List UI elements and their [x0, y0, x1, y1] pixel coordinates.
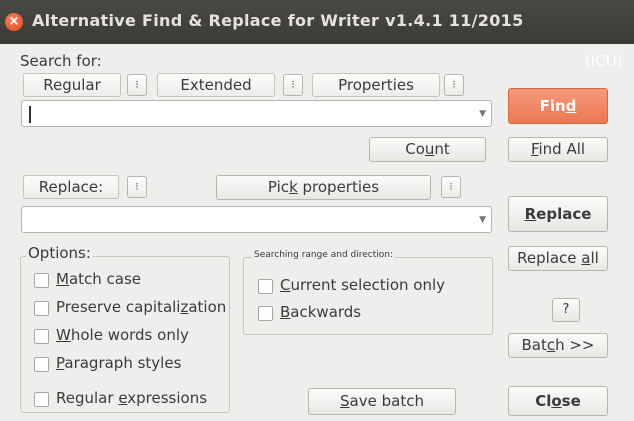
replace-mode-label[interactable]: Replace: — [23, 175, 119, 199]
find-button[interactable]: Find — [508, 88, 608, 124]
replace-spin-button[interactable]: ⁝ — [127, 176, 147, 198]
search-range-group — [243, 257, 493, 335]
help-button[interactable]: ? — [552, 298, 580, 322]
icu-label: (ICU) — [585, 52, 623, 70]
search-mode-properties[interactable]: Properties — [312, 73, 440, 97]
properties-spin-button[interactable]: ⁝ — [444, 74, 464, 96]
regular-expressions-label: Regular expressions — [56, 389, 208, 407]
batch-button[interactable]: Batch >> — [508, 333, 608, 358]
regular-expressions-checkbox[interactable] — [34, 392, 49, 407]
search-mode-extended[interactable]: Extended — [157, 73, 275, 97]
search-range-title: Searching range and direction: — [252, 250, 395, 260]
options-title: Options: — [26, 244, 93, 262]
close-window-icon[interactable]: × — [5, 13, 23, 31]
text-cursor — [29, 106, 31, 123]
whole-words-checkbox[interactable] — [34, 329, 49, 344]
pick-properties-button[interactable]: Pick properties — [216, 175, 431, 200]
close-button[interactable]: Close — [508, 386, 608, 416]
pick-properties-spin-button[interactable]: ⁝ — [441, 176, 461, 198]
paragraph-styles-label: Paragraph styles — [56, 354, 182, 372]
count-button[interactable]: Count — [369, 137, 486, 162]
backwards-label: Backwards — [280, 303, 362, 321]
paragraph-styles-checkbox[interactable] — [34, 357, 49, 372]
save-batch-button[interactable]: Save batch — [308, 388, 456, 415]
current-selection-label: Current selection only — [280, 276, 446, 294]
replace-all-button[interactable]: Replace all — [508, 246, 608, 271]
replace-button[interactable]: Replace — [508, 196, 608, 232]
extended-spin-button[interactable]: ⁝ — [283, 74, 303, 96]
backwards-checkbox[interactable] — [258, 306, 273, 321]
title-bar: × Alternative Find & Replace for Writer … — [0, 0, 634, 44]
match-case-checkbox[interactable] — [34, 273, 49, 288]
replace-input[interactable]: ▼ — [21, 206, 492, 233]
match-case-label: Match case — [56, 270, 142, 288]
preserve-capitalization-checkbox[interactable] — [34, 301, 49, 316]
search-for-label: Search for: — [20, 52, 102, 70]
preserve-capitalization-label: Preserve capitalization — [56, 298, 227, 316]
replace-dropdown-icon[interactable]: ▼ — [479, 215, 486, 225]
search-input[interactable]: ▼ — [21, 100, 492, 127]
search-dropdown-icon[interactable]: ▼ — [479, 109, 486, 119]
current-selection-checkbox[interactable] — [258, 279, 273, 294]
regular-spin-button[interactable]: ⁝ — [127, 74, 147, 96]
window-title: Alternative Find & Replace for Writer v1… — [32, 11, 524, 30]
find-all-button[interactable]: Find All — [508, 137, 608, 162]
whole-words-label: Whole words only — [56, 326, 189, 344]
search-mode-regular[interactable]: Regular — [23, 73, 121, 97]
